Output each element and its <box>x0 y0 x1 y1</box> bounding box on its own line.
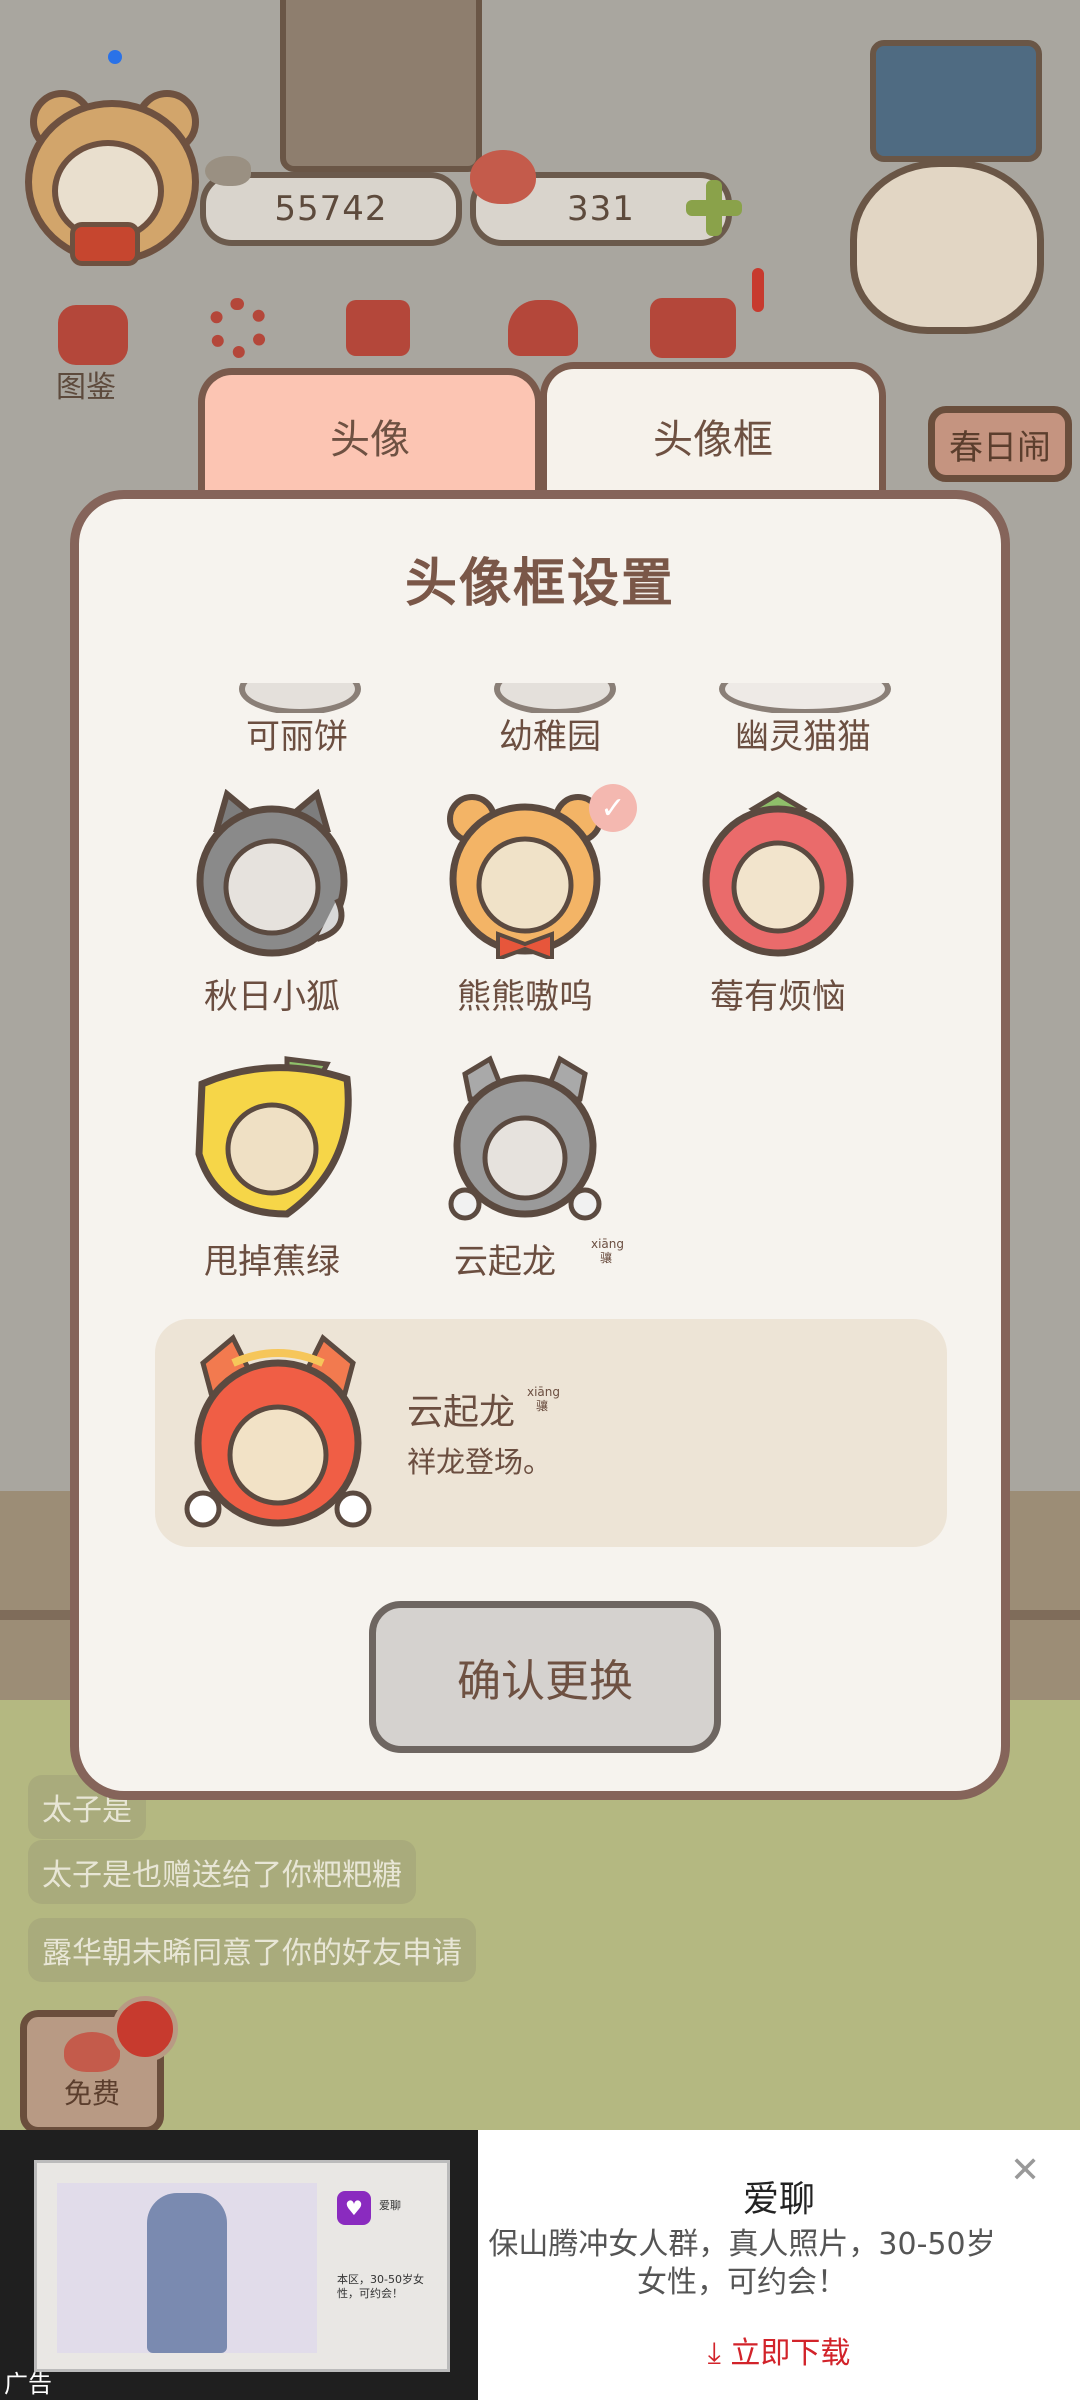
ad-tag: 广告 <box>4 2370 52 2398</box>
avatar-bow <box>70 222 140 266</box>
panel-title: 头像框设置 <box>404 554 675 614</box>
frame-detail-card: 云起龙 xiāng 骧 祥龙登场。 <box>155 1319 947 1547</box>
ad-app-name: 爱聊 <box>379 2199 401 2212</box>
detail-ruby: xiāng 骧 <box>527 1385 561 1413</box>
ad-banner[interactable]: ♥ 爱聊 本区，30-50岁女性，可约会！ 广告 爱聊 保山腾冲女人群，真人照片… <box>0 2130 1080 2400</box>
mail-icon <box>650 298 736 358</box>
settings-button[interactable] <box>195 285 281 371</box>
bear-frame-icon[interactable] <box>440 789 610 959</box>
detail-name: 云起龙 <box>407 1392 516 1433</box>
confirm-change-button[interactable]: 确认更换 <box>369 1601 721 1753</box>
ad-photo: ♥ 爱聊 本区，30-50岁女性，可约会！ <box>34 2160 450 2372</box>
ad-app-logo-icon: ♥ <box>337 2191 371 2225</box>
banana-frame-icon[interactable] <box>187 1054 357 1224</box>
ad-download-button[interactable]: ⤓ 立即下载 <box>478 2328 1080 2372</box>
selected-check-icon: ✓ <box>589 784 637 832</box>
free-label: 免费 <box>63 2077 120 2110</box>
notification-dot <box>108 50 122 64</box>
shelf <box>280 0 482 172</box>
frame-label-dragon-ruby: xiāng 骧 <box>591 1237 625 1265</box>
tab-avatar-frame[interactable]: 头像框 <box>540 362 886 502</box>
social-button[interactable] <box>500 285 586 371</box>
tab-avatar-frame-label: 头像框 <box>653 416 773 463</box>
confirm-change-label: 确认更换 <box>457 1656 633 1707</box>
chat-line-2: 太子是也赠送给了你粑粑糖 <box>28 1840 416 1904</box>
fish-icon <box>205 156 251 186</box>
social-icon <box>508 300 578 356</box>
blue-box <box>870 40 1042 162</box>
strawberry-frame-icon[interactable] <box>693 789 863 959</box>
gear-icon <box>208 298 268 358</box>
chat-line-3: 露华朝未晞同意了你的好友申请 <box>28 1918 476 1982</box>
gift-button[interactable] <box>335 285 421 371</box>
add-hearts-button[interactable] <box>684 178 744 238</box>
frame-label-banana: 甩掉蕉绿 <box>204 1242 340 1282</box>
cat-character <box>850 160 1044 334</box>
dragon-frame-preview-icon <box>184 1334 372 1528</box>
tab-avatar[interactable]: 头像 <box>198 368 542 496</box>
cat-book-icon <box>58 305 128 365</box>
ad-close-icon[interactable]: ✕ <box>1010 2150 1040 2191</box>
event-label: 春日闹 <box>949 427 1051 468</box>
frame-label-strawberry: 莓有烦恼 <box>710 977 846 1017</box>
ad-cta-label: 立即下载 <box>730 2336 851 2371</box>
frame-label-bear: 熊熊嗷呜 <box>457 977 593 1017</box>
heart-icon <box>470 150 536 204</box>
frame-label-crepe: 可丽饼 <box>246 717 348 757</box>
ad-description: 保山腾冲女人群，真人照片，30-50岁女性，可约会！ <box>488 2227 996 2300</box>
gray-fox-frame-icon[interactable] <box>187 789 357 959</box>
mail-button[interactable] <box>650 285 736 371</box>
ad-title: 爱聊 <box>742 2179 815 2220</box>
book-label: 图鉴 <box>56 370 116 405</box>
tab-avatar-label: 头像 <box>330 416 410 463</box>
ad-image[interactable]: ♥ 爱聊 本区，30-50岁女性，可约会！ 广告 <box>0 2130 478 2400</box>
ad-person-figure <box>147 2193 227 2353</box>
detail-description: 祥龙登场。 <box>407 1445 553 1479</box>
frame-label-dragon: 云起龙 <box>454 1242 556 1282</box>
frame-label-ghost-cat: 幽灵猫猫 <box>735 717 871 757</box>
gift-icon <box>346 300 410 356</box>
avatar-frame-panel: 头像框设置 可丽饼 幼稚园 幽灵猫猫 ✓ 秋日小狐 熊熊嗷呜 莓有烦恼 甩掉蕉绿… <box>70 490 1010 1800</box>
frame-label-kindergarten: 幼稚园 <box>499 717 601 757</box>
download-icon: ⤓ <box>707 2336 731 2371</box>
event-button[interactable]: 春日闹 <box>928 406 1072 482</box>
frame-label-autumn-fox: 秋日小狐 <box>204 977 340 1017</box>
dragon-frame-icon[interactable] <box>440 1054 610 1224</box>
alert-mark-icon <box>752 268 764 312</box>
heart-gift-icon <box>64 2032 120 2072</box>
free-badge <box>112 1996 178 2062</box>
ad-image-text: 本区，30-50岁女性，可约会！ <box>337 2273 424 2300</box>
